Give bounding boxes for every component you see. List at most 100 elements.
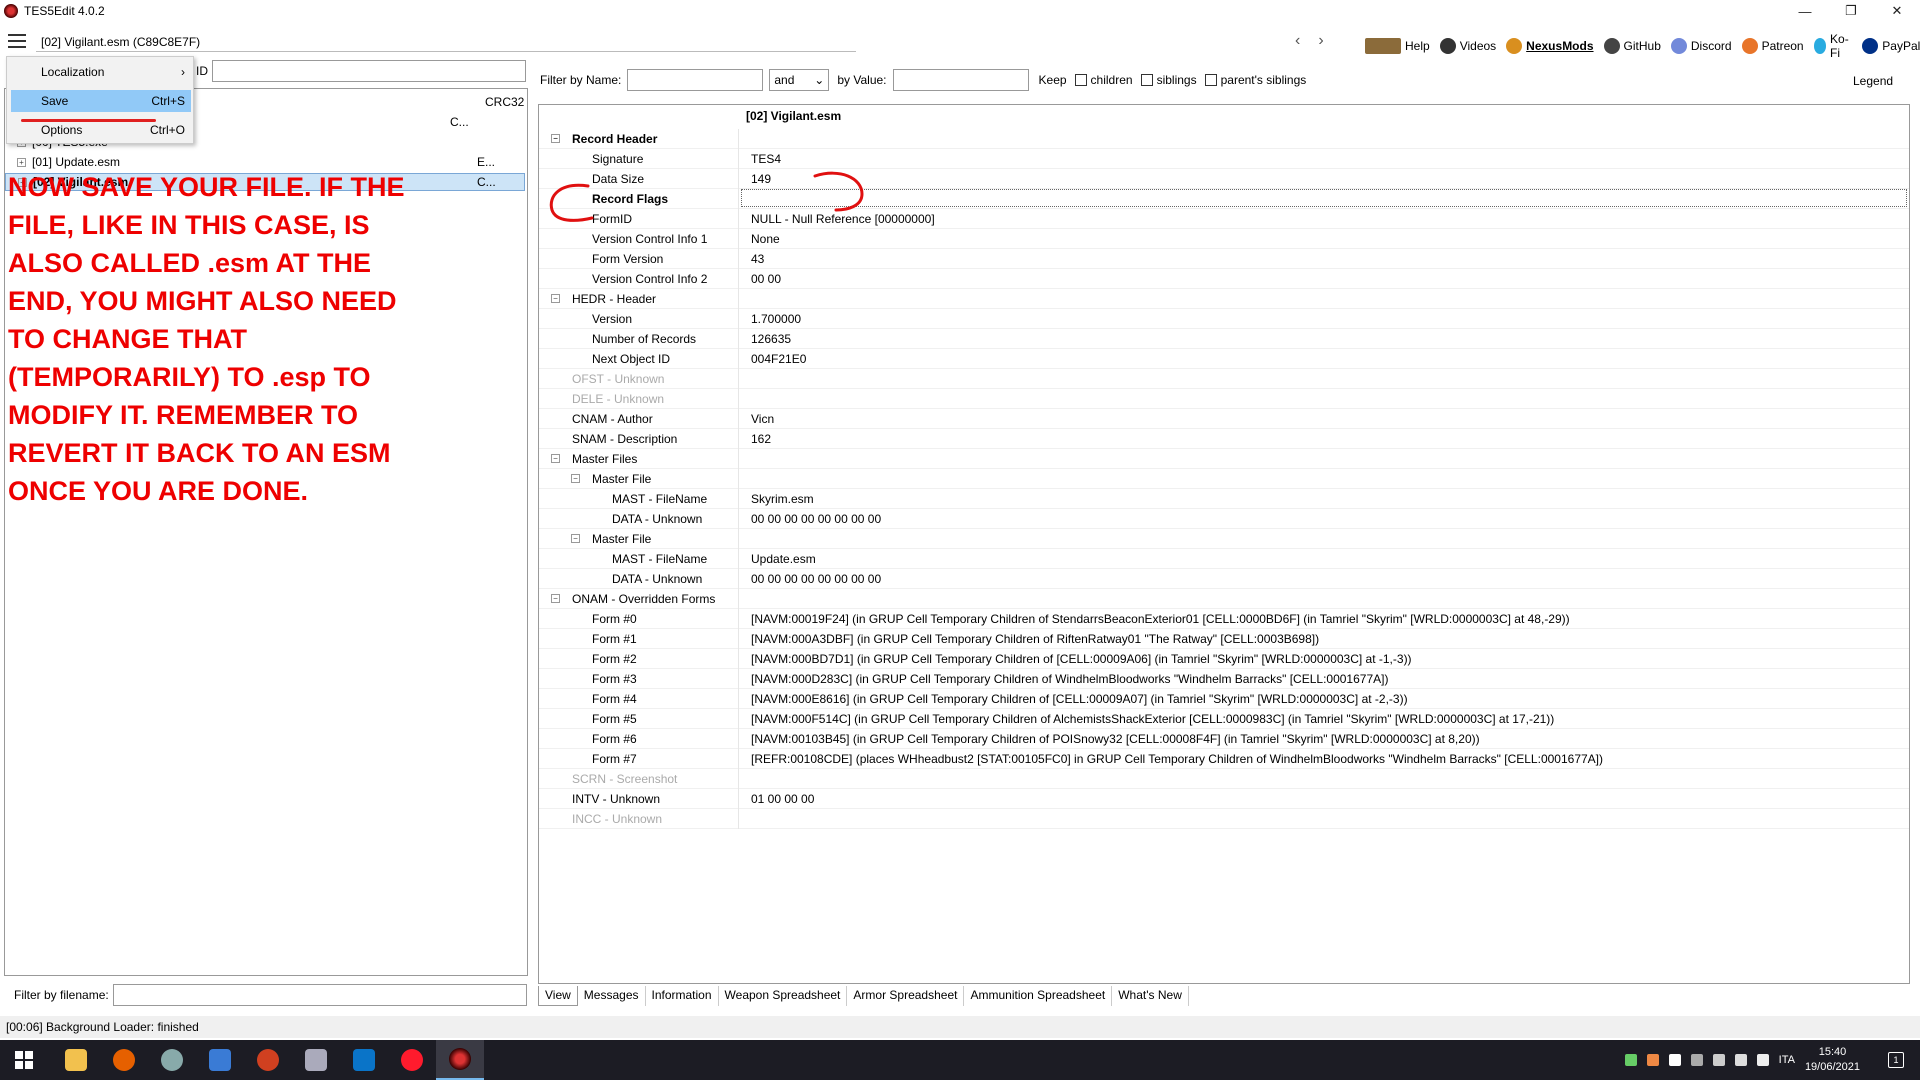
forward-arrow-icon[interactable]: › bbox=[1318, 32, 1323, 50]
app-icon-4[interactable] bbox=[244, 1040, 292, 1080]
language-indicator[interactable]: ITA bbox=[1779, 1054, 1795, 1066]
record-row[interactable]: Number of Records 126635 bbox=[539, 328, 1909, 349]
filter-operator-select[interactable]: and ⌄ bbox=[769, 69, 830, 91]
record-row[interactable]: Version Control Info 1 None bbox=[539, 228, 1909, 249]
record-row[interactable]: Signature TES4 bbox=[539, 148, 1909, 169]
record-value[interactable]: 149 bbox=[739, 172, 771, 186]
record-row[interactable]: Form #7 [REFR:00108CDE] (places WHheadbus… bbox=[539, 748, 1909, 769]
record-value[interactable]: 126635 bbox=[739, 332, 791, 346]
record-value[interactable]: 00 00 00 00 00 00 00 00 bbox=[739, 572, 881, 586]
clock[interactable]: 15:40 19/06/2021 bbox=[1805, 1045, 1860, 1075]
record-value[interactable]: [NAVM:000E8616] (in GRUP Cell Temporary … bbox=[739, 692, 1408, 706]
tab-view[interactable]: View bbox=[538, 986, 578, 1006]
record-value[interactable]: 004F21E0 bbox=[739, 352, 806, 366]
record-row[interactable]: Form #1 [NAVM:000A3DBF] (in GRUP Cell Tem… bbox=[539, 628, 1909, 649]
tray-app-icon-3[interactable] bbox=[1690, 1054, 1703, 1066]
collapse-icon[interactable]: − bbox=[571, 533, 580, 543]
record-row[interactable]: OFST - Unknown bbox=[539, 368, 1909, 389]
hamburger-menu-icon[interactable] bbox=[8, 34, 26, 48]
menu-item-options[interactable]: Options Ctrl+O bbox=[11, 119, 191, 141]
record-row[interactable]: Form #2 [NAVM:000BD7D1] (in GRUP Cell Tem… bbox=[539, 648, 1909, 669]
record-value[interactable]: TES4 bbox=[739, 152, 781, 166]
record-row[interactable]: MAST - FileName Skyrim.esm bbox=[539, 488, 1909, 509]
record-row[interactable]: − Master File bbox=[539, 468, 1909, 489]
collapse-icon[interactable]: − bbox=[571, 473, 580, 483]
tes5edit-taskbar-icon[interactable] bbox=[436, 1040, 484, 1080]
app-icon-3[interactable] bbox=[196, 1040, 244, 1080]
app-icon-6[interactable] bbox=[340, 1040, 388, 1080]
record-row[interactable]: Form #5 [NAVM:000F514C] (in GRUP Cell Tem… bbox=[539, 708, 1909, 729]
record-value[interactable]: [REFR:00108CDE] (places WHheadbust2 [STA… bbox=[739, 752, 1603, 766]
battery-icon[interactable] bbox=[1712, 1054, 1725, 1066]
record-row[interactable]: FormID NULL - Null Reference [00000000] bbox=[539, 208, 1909, 229]
record-value[interactable]: None bbox=[739, 232, 780, 246]
record-row[interactable]: SCRN - Screenshot bbox=[539, 768, 1909, 789]
record-row[interactable]: CNAM - Author Vicn bbox=[539, 408, 1909, 429]
children-checkbox[interactable] bbox=[1074, 74, 1087, 86]
record-value[interactable]: [NAVM:000A3DBF] (in GRUP Cell Temporary … bbox=[739, 632, 1319, 646]
record-value[interactable]: 162 bbox=[739, 432, 771, 446]
firefox-icon[interactable] bbox=[100, 1040, 148, 1080]
network-icon[interactable] bbox=[1734, 1054, 1747, 1066]
record-value[interactable]: 00 00 bbox=[739, 272, 781, 286]
record-value[interactable]: Vicn bbox=[739, 412, 774, 426]
github-link[interactable]: GitHub bbox=[1603, 38, 1661, 54]
minimize-button[interactable]: — bbox=[1782, 0, 1828, 22]
record-row[interactable]: INCC - Unknown bbox=[539, 808, 1909, 829]
filter-name-input[interactable] bbox=[627, 69, 764, 91]
legend-button[interactable]: Legend bbox=[1853, 74, 1893, 88]
id-filter-input[interactable] bbox=[212, 60, 526, 82]
record-row[interactable]: Version Control Info 2 00 00 bbox=[539, 268, 1909, 289]
record-value[interactable]: [NAVM:000D283C] (in GRUP Cell Temporary … bbox=[739, 672, 1388, 686]
videos-link[interactable]: Videos bbox=[1439, 38, 1496, 54]
record-value[interactable]: Skyrim.esm bbox=[739, 492, 814, 506]
record-row[interactable]: − Master Files bbox=[539, 448, 1909, 469]
record-value[interactable]: [NAVM:00019F24] (in GRUP Cell Temporary … bbox=[739, 612, 1570, 626]
record-row[interactable]: − Record Header bbox=[539, 128, 1909, 149]
record-path-field[interactable]: [02] Vigilant.esm (C89C8E7F) bbox=[36, 32, 856, 52]
record-value[interactable]: [NAVM:000BD7D1] (in GRUP Cell Temporary … bbox=[739, 652, 1412, 666]
close-button[interactable]: ✕ bbox=[1874, 0, 1920, 22]
parents-siblings-checkbox[interactable] bbox=[1204, 74, 1217, 86]
menu-item-save[interactable]: Save Ctrl+S bbox=[11, 90, 191, 112]
record-row[interactable]: − ONAM - Overridden Forms bbox=[539, 588, 1909, 609]
windows-start-icon[interactable] bbox=[0, 1040, 48, 1080]
filter-by-filename-input[interactable] bbox=[113, 984, 527, 1006]
crc32-column-header[interactable]: CRC32 bbox=[485, 95, 524, 109]
record-row[interactable]: Data Size 149 bbox=[539, 168, 1909, 189]
record-row[interactable]: DATA - Unknown 00 00 00 00 00 00 00 00 bbox=[539, 508, 1909, 529]
record-row[interactable]: Version 1.700000 bbox=[539, 308, 1909, 329]
tab-information[interactable]: Information bbox=[646, 986, 719, 1006]
record-row[interactable]: Form #4 [NAVM:000E8616] (in GRUP Cell Tem… bbox=[539, 688, 1909, 709]
collapse-icon[interactable]: − bbox=[551, 453, 560, 463]
record-value[interactable]: [NAVM:00103B45] (in GRUP Cell Temporary … bbox=[739, 732, 1480, 746]
kofi-link[interactable]: Ko-Fi bbox=[1813, 32, 1853, 60]
discord-link[interactable]: Discord bbox=[1670, 38, 1732, 54]
expand-icon[interactable]: + bbox=[17, 157, 26, 167]
record-value[interactable]: 01 00 00 00 bbox=[739, 792, 814, 806]
collapse-icon[interactable]: − bbox=[551, 133, 560, 143]
tab-weapon-spreadsheet[interactable]: Weapon Spreadsheet bbox=[719, 986, 848, 1006]
tab-ammunition-spreadsheet[interactable]: Ammunition Spreadsheet bbox=[964, 986, 1113, 1006]
maximize-button[interactable]: ❐ bbox=[1828, 0, 1874, 22]
back-arrow-icon[interactable]: ‹ bbox=[1295, 32, 1300, 50]
record-row[interactable]: DELE - Unknown bbox=[539, 388, 1909, 409]
app-icon-5[interactable] bbox=[292, 1040, 340, 1080]
siblings-checkbox[interactable] bbox=[1140, 74, 1153, 86]
notification-icon[interactable]: 1 bbox=[1888, 1052, 1904, 1068]
filter-value-input[interactable] bbox=[892, 69, 1029, 91]
tray-app-icon[interactable] bbox=[1646, 1054, 1659, 1066]
record-value[interactable]: NULL - Null Reference [00000000] bbox=[739, 212, 935, 226]
record-value[interactable]: 43 bbox=[739, 252, 764, 266]
help-link[interactable]: Help bbox=[1365, 38, 1430, 54]
record-row[interactable]: MAST - FileName Update.esm bbox=[539, 548, 1909, 569]
tab-whats-new[interactable]: What's New bbox=[1112, 986, 1189, 1006]
file-explorer-icon[interactable] bbox=[52, 1040, 100, 1080]
record-row[interactable]: − Master File bbox=[539, 528, 1909, 549]
record-value[interactable]: 1.700000 bbox=[739, 312, 801, 326]
record-row[interactable]: Form #0 [NAVM:00019F24] (in GRUP Cell Tem… bbox=[539, 608, 1909, 629]
app-icon-2[interactable] bbox=[148, 1040, 196, 1080]
tray-app-icon-2[interactable] bbox=[1668, 1054, 1681, 1066]
record-row[interactable]: Next Object ID 004F21E0 bbox=[539, 348, 1909, 369]
record-row[interactable]: − HEDR - Header bbox=[539, 288, 1909, 309]
